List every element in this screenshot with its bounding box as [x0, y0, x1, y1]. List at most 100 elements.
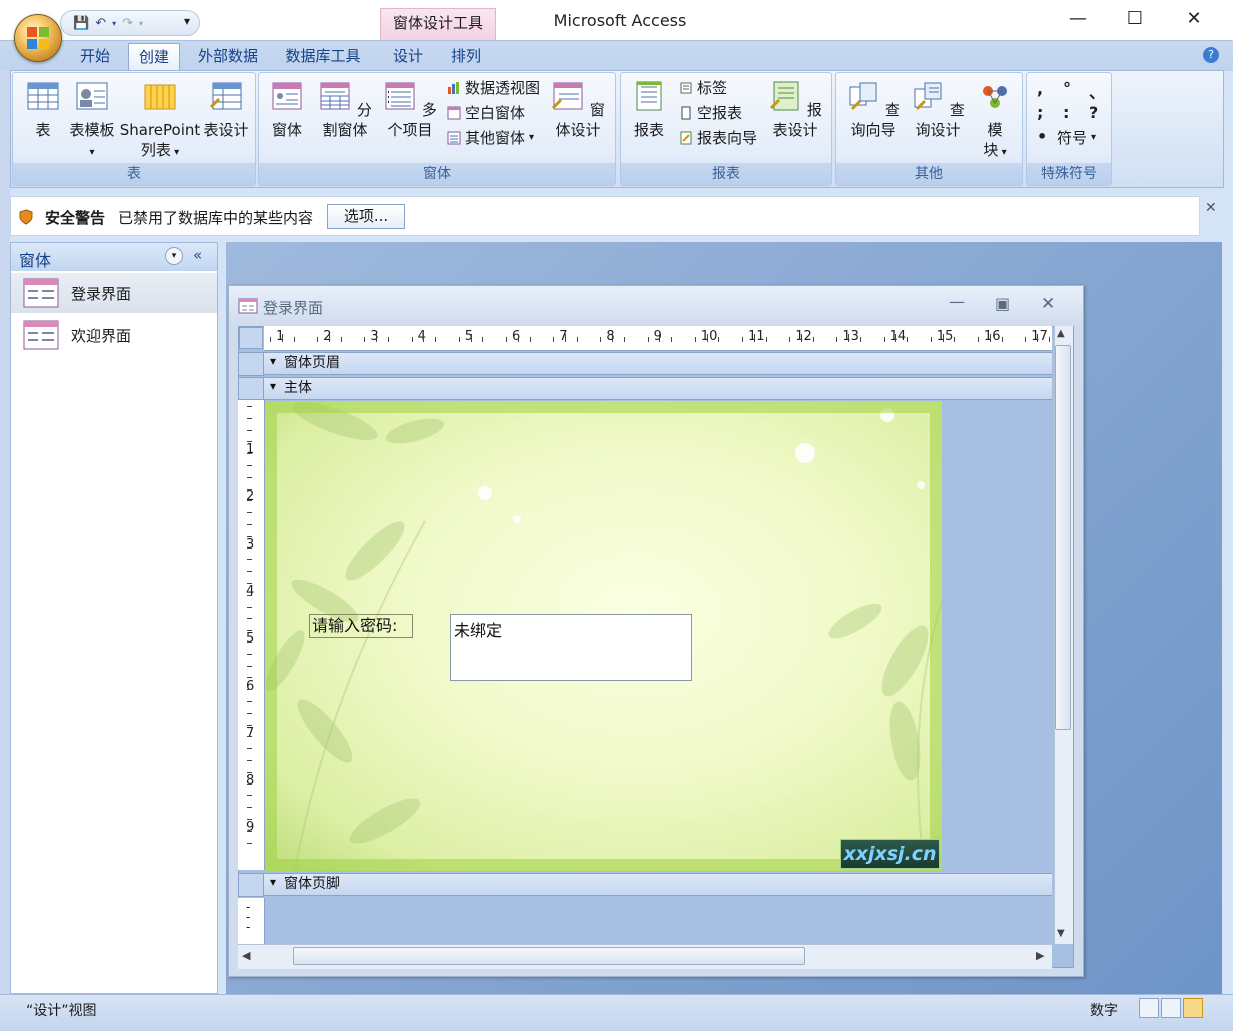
- design-view-icon[interactable]: [1183, 998, 1203, 1018]
- nav-item-login[interactable]: 登录界面: [11, 273, 217, 313]
- options-button[interactable]: 选项...: [327, 204, 405, 229]
- multiple-items-button[interactable]: 多个项目: [379, 81, 441, 140]
- redo-icon[interactable]: ↷: [122, 16, 133, 31]
- undo-icon[interactable]: ↶: [95, 16, 106, 31]
- vertical-ruler[interactable]: 1 2 3 4 5 6 7 8 9: [238, 400, 265, 870]
- ruler-tick: [600, 337, 602, 342]
- ribbon-group-table: 表 表模板 ▾ SharePoint 列表 ▾ 表设计 表: [12, 72, 256, 186]
- password-textbox[interactable]: 未绑定: [450, 614, 692, 681]
- horizontal-scroll-thumb[interactable]: [293, 947, 805, 965]
- symbol-semicolon[interactable]: ;: [1037, 103, 1043, 122]
- save-icon[interactable]: 💾: [73, 16, 89, 31]
- scroll-right-icon[interactable]: ▶: [1036, 949, 1044, 962]
- labels-icon: [680, 82, 692, 94]
- symbol-question[interactable]: ?: [1089, 103, 1098, 122]
- sharepoint-list-button[interactable]: SharePoint 列表 ▾: [117, 81, 203, 163]
- context-tab-form-design-tools: 窗体设计工具: [380, 8, 496, 40]
- blank-form-button[interactable]: 空白窗体: [447, 102, 525, 124]
- ruler-h-label: 2: [323, 329, 332, 344]
- section-bar-form-footer[interactable]: 窗体页脚: [264, 872, 1052, 896]
- tab-external-data[interactable]: 外部数据: [188, 43, 268, 71]
- section-bar-form-header[interactable]: 窗体页眉: [264, 351, 1052, 375]
- close-icon[interactable]: ✕: [1171, 8, 1217, 32]
- tab-home[interactable]: 开始: [70, 43, 120, 71]
- nav-pane-header[interactable]: 窗体 ▾ «: [11, 243, 217, 271]
- scroll-left-icon[interactable]: ◀: [242, 949, 250, 962]
- ruler-tick: [1048, 337, 1050, 342]
- ruler-tick: [553, 337, 555, 342]
- table-button[interactable]: 表: [23, 81, 63, 140]
- layout-view-icon[interactable]: [1161, 998, 1181, 1018]
- form-window-titlebar[interactable]: 登录界面 — ▣ ✕: [229, 286, 1083, 326]
- section-bar-detail[interactable]: 主体: [264, 376, 1052, 400]
- symbol-pause-mark[interactable]: 、: [1089, 79, 1105, 103]
- pivot-chart-button[interactable]: 数据透视图: [447, 77, 540, 99]
- password-label[interactable]: 请输入密码:: [309, 614, 413, 638]
- ruler-v-label: 9: [246, 820, 255, 836]
- ruler-h-label: 9: [653, 329, 662, 344]
- section-selector-footer[interactable]: [238, 873, 264, 897]
- ruler-tick: [423, 334, 425, 342]
- symbol-bullet[interactable]: •: [1037, 127, 1047, 146]
- query-design-button[interactable]: 查询设计: [906, 81, 970, 140]
- form-close-icon[interactable]: ✕: [1041, 294, 1055, 314]
- collapse-nav-icon[interactable]: «: [193, 246, 202, 264]
- symbol-button[interactable]: 符号 ▾: [1057, 127, 1096, 149]
- ruler-tick: [706, 334, 708, 342]
- report-button[interactable]: 报表: [629, 81, 669, 140]
- nav-dropdown-icon[interactable]: ▾: [165, 247, 183, 265]
- group-label-symbols: 特殊符号: [1027, 163, 1111, 185]
- section-selector-header[interactable]: [238, 352, 264, 376]
- form-view-icon[interactable]: [1139, 998, 1159, 1018]
- office-logo-icon: [27, 27, 49, 49]
- ruler-v-label: 4: [246, 583, 255, 599]
- nav-item-welcome[interactable]: 欢迎界面: [11, 315, 217, 355]
- query-wizard-button[interactable]: 查询向导: [840, 81, 906, 140]
- office-button[interactable]: [14, 14, 62, 62]
- vertical-scroll-thumb[interactable]: [1055, 345, 1071, 730]
- symbol-colon[interactable]: :: [1063, 103, 1069, 122]
- section-selector-detail[interactable]: [238, 377, 264, 400]
- blank-report-button[interactable]: 空报表: [679, 102, 742, 124]
- ruler-tick: [247, 594, 252, 596]
- table-template-button[interactable]: 表模板 ▾: [67, 81, 117, 163]
- symbol-degree[interactable]: °: [1063, 79, 1071, 98]
- labels-button[interactable]: 标签: [679, 77, 727, 99]
- ruler-tick: [411, 337, 413, 342]
- macro-button[interactable]: 模块 ▾: [972, 81, 1018, 163]
- form-maximize-icon[interactable]: ▣: [995, 294, 1010, 313]
- report-design-button[interactable]: 报表设计: [761, 81, 829, 140]
- scroll-up-icon[interactable]: ▲: [1057, 328, 1065, 339]
- multiple-items-icon: [385, 82, 415, 110]
- form-minimize-icon[interactable]: —: [949, 292, 965, 311]
- redo-dropdown-icon[interactable]: ▾: [139, 19, 143, 28]
- horizontal-ruler[interactable]: 1 2 3 4 5 6 7 8 9 10 11 12 13 14 15 16 17: [264, 326, 1052, 351]
- symbol-comma[interactable]: ,: [1037, 79, 1043, 98]
- form-design-button[interactable]: 窗体设计: [545, 81, 611, 140]
- form-button[interactable]: 窗体: [267, 81, 307, 140]
- report-icon: [636, 81, 662, 111]
- ruler-v-label: 8: [246, 773, 255, 789]
- nav-item-label: 欢迎界面: [71, 326, 132, 345]
- tab-create[interactable]: 创建: [128, 43, 180, 71]
- report-wizard-button[interactable]: 报表向导: [679, 127, 757, 149]
- scroll-down-icon[interactable]: ▼: [1057, 928, 1065, 939]
- tab-arrange[interactable]: 排列: [440, 43, 492, 71]
- undo-dropdown-icon[interactable]: ▾: [112, 19, 116, 28]
- maximize-icon[interactable]: ☐: [1112, 8, 1158, 32]
- form-icon: [238, 298, 258, 314]
- group-label-other: 其他: [836, 163, 1022, 185]
- minimize-icon[interactable]: —: [1055, 8, 1101, 32]
- table-design-button[interactable]: 表设计: [201, 81, 251, 140]
- tab-design[interactable]: 设计: [382, 43, 434, 71]
- help-icon[interactable]: ?: [1203, 47, 1219, 63]
- form-selector[interactable]: [239, 327, 263, 349]
- ruler-tick: [482, 337, 484, 342]
- close-security-bar-icon[interactable]: ✕: [1205, 200, 1217, 216]
- customize-qat-icon[interactable]: ▾: [184, 14, 190, 28]
- group-label-form: 窗体: [259, 163, 615, 185]
- tab-database-tools[interactable]: 数据库工具: [276, 43, 370, 71]
- more-forms-button[interactable]: 其他窗体 ▾: [447, 127, 534, 149]
- ruler-h-label: 1: [276, 329, 285, 344]
- split-form-button[interactable]: 分割窗体: [313, 81, 377, 140]
